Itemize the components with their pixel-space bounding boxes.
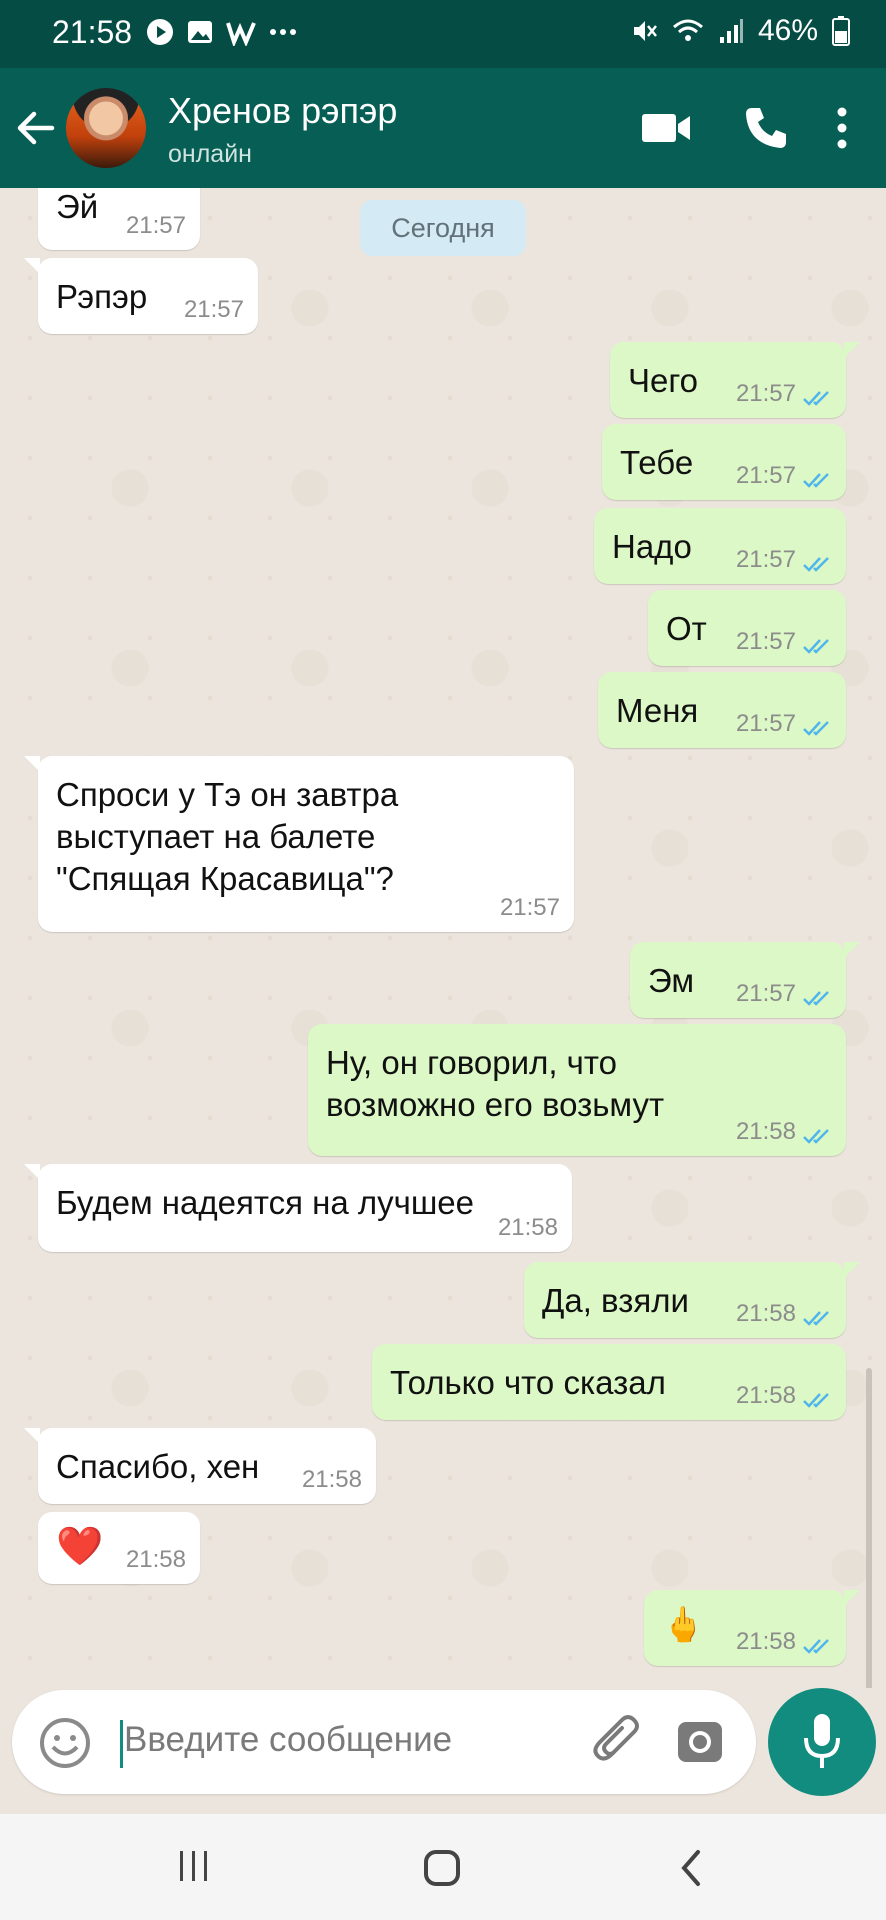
message-text: Эм — [648, 962, 695, 999]
phone-icon[interactable] — [742, 104, 790, 152]
message-text: Да, взяли — [542, 1282, 689, 1319]
battery-percent: 46% — [757, 14, 818, 47]
message-time: 21:58 — [301, 1466, 362, 1493]
system-nav-bar — [0, 1814, 886, 1920]
status-right: 46% — [630, 14, 850, 48]
message-out[interactable]: Только что сказал 21:58 — [372, 1344, 846, 1420]
contact-name[interactable]: Хренов рэпэр — [168, 90, 397, 132]
notification-icons — [146, 18, 298, 46]
home-icon[interactable] — [422, 1848, 462, 1888]
contact-status: онлайн — [168, 140, 252, 168]
message-composer[interactable]: Введите сообщение — [12, 1690, 756, 1794]
chat-header: Хренов рэпэр онлайн — [0, 68, 886, 188]
message-text: Ну, он говорил, что возможно его возьмут — [326, 1044, 665, 1123]
gallery-icon — [188, 21, 212, 43]
message-out[interactable]: Меня 21:57 — [598, 672, 846, 748]
message-text: Только что сказал — [390, 1364, 666, 1401]
battery-icon — [832, 16, 850, 46]
message-text: Меня — [616, 692, 699, 729]
message-time: 21:57 — [183, 296, 244, 323]
message-in[interactable]: Эй 21:57 — [38, 188, 200, 250]
attach-icon[interactable] — [590, 1714, 646, 1770]
w-app-icon — [226, 22, 256, 46]
message-out[interactable]: Эм 21:57 — [630, 942, 860, 1018]
message-time: 21:58 — [497, 1214, 558, 1241]
message-time: 21:57 — [735, 980, 796, 1007]
message-time: 21:58 — [125, 1546, 186, 1573]
message-time: 21:57 — [499, 894, 560, 921]
message-out[interactable]: От 21:57 — [648, 590, 846, 666]
message-text: Чего — [628, 362, 699, 399]
hand-emoji: 🖕 — [662, 1606, 705, 1644]
message-text: Будем надеятся на лучшее — [56, 1184, 475, 1221]
double-check-icon — [803, 473, 829, 488]
more-vert-icon[interactable] — [830, 104, 854, 152]
video-call-icon[interactable] — [640, 104, 692, 152]
message-text: Рэпэр — [56, 278, 148, 315]
double-check-icon — [803, 639, 829, 654]
message-out[interactable]: Тебе 21:57 — [602, 424, 846, 500]
message-out[interactable]: 🖕 21:58 — [644, 1590, 860, 1666]
double-check-icon — [803, 721, 829, 736]
message-time: 21:57 — [735, 546, 796, 573]
message-input[interactable]: Введите сообщение — [124, 1720, 452, 1760]
status-bar: 21:58 46% — [0, 0, 886, 68]
message-text: Надо — [612, 528, 692, 565]
message-time: 21:58 — [735, 1300, 796, 1327]
wifi-icon — [672, 19, 703, 41]
back-icon[interactable] — [676, 1848, 706, 1888]
message-in[interactable]: ❤️ 21:58 — [38, 1512, 200, 1584]
mute-icon — [633, 21, 657, 41]
heart-emoji: ❤️ — [56, 1526, 104, 1568]
play-icon — [147, 19, 173, 45]
double-check-icon — [803, 1129, 829, 1144]
recents-icon[interactable] — [176, 1848, 212, 1884]
status-time: 21:58 — [52, 14, 133, 50]
double-check-icon — [803, 1311, 829, 1326]
chat-area[interactable]: Сегодня Эй 21:57 Рэпэр 21:57 Чего 21:57 … — [0, 188, 886, 1688]
message-time: 21:57 — [735, 462, 796, 489]
mic-icon — [804, 1714, 840, 1768]
message-time: 21:57 — [735, 628, 796, 655]
message-time: 21:57 — [125, 212, 186, 239]
double-check-icon — [803, 391, 829, 406]
message-text: Спасибо, хен — [56, 1448, 260, 1485]
message-in[interactable]: Рэпэр 21:57 — [24, 258, 258, 334]
more-notifications-icon — [270, 29, 296, 35]
message-in[interactable]: Спасибо, хен 21:58 — [24, 1428, 376, 1504]
message-out[interactable]: Чего 21:57 — [610, 342, 860, 418]
double-check-icon — [803, 1639, 829, 1654]
message-text: Спроси у Тэ он завтра выступает на балет… — [56, 776, 399, 897]
message-time: 21:58 — [735, 1118, 796, 1145]
double-check-icon — [803, 991, 829, 1006]
message-in[interactable]: Будем надеятся на лучшее 21:58 — [24, 1164, 572, 1252]
message-time: 21:58 — [735, 1628, 796, 1655]
mic-button[interactable] — [768, 1688, 876, 1796]
emoji-icon[interactable] — [38, 1716, 92, 1770]
message-time: 21:58 — [735, 1382, 796, 1409]
message-in[interactable]: Спроси у Тэ он завтра выступает на балет… — [24, 756, 574, 932]
avatar[interactable] — [66, 88, 146, 168]
message-out[interactable]: Ну, он говорил, что возможно его возьмут… — [308, 1024, 846, 1156]
text-caret — [120, 1720, 123, 1768]
date-chip: Сегодня — [360, 200, 526, 256]
double-check-icon — [803, 1393, 829, 1408]
message-out[interactable]: Да, взяли 21:58 — [524, 1262, 860, 1338]
back-arrow-icon[interactable] — [14, 104, 58, 152]
message-out[interactable]: Надо 21:57 — [594, 508, 846, 584]
message-text: От — [666, 610, 707, 647]
message-text: Эй — [56, 188, 99, 225]
message-time: 21:57 — [735, 710, 796, 737]
message-time: 21:57 — [735, 380, 796, 407]
signal-icon — [719, 19, 743, 43]
scrollbar[interactable] — [866, 1368, 872, 1688]
double-check-icon — [803, 557, 829, 572]
message-text: Тебе — [620, 444, 694, 481]
camera-icon[interactable] — [676, 1718, 724, 1766]
